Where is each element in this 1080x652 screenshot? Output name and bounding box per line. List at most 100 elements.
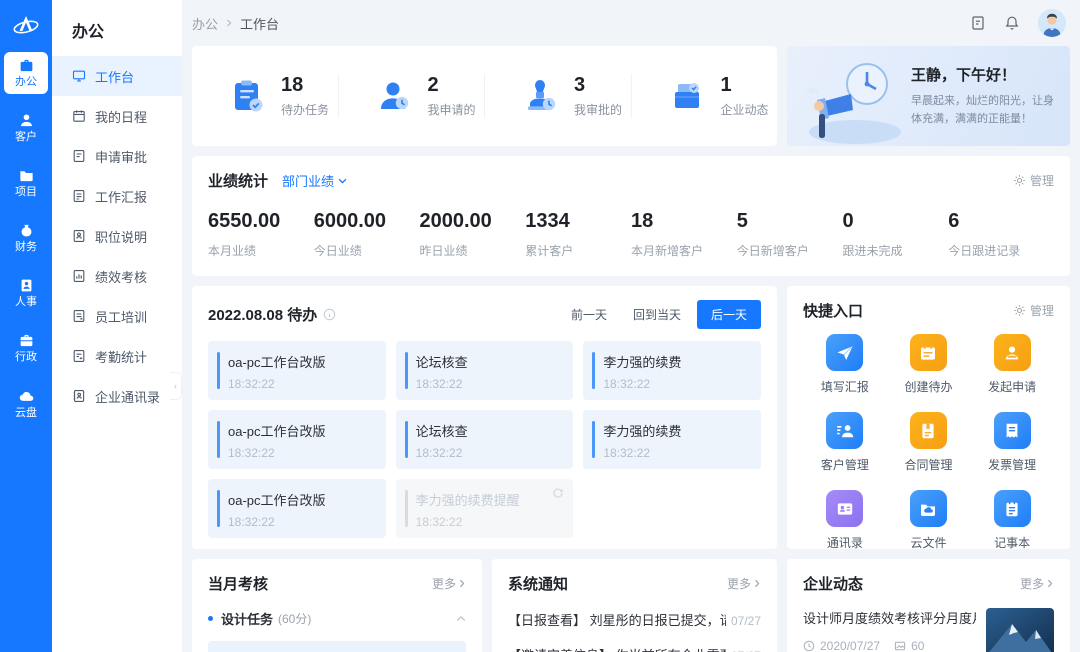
assessment-group-row[interactable]: 设计任务 (60分) <box>208 609 466 628</box>
notice-more-link[interactable]: 更多 <box>727 575 761 592</box>
rail-item-label: 项目 <box>15 186 37 198</box>
sidebar-item-training[interactable]: 员工培训 <box>52 296 182 336</box>
quick-item-create-todo[interactable]: 创建待办 <box>904 334 952 395</box>
quick-item-label: 客户管理 <box>821 456 869 473</box>
contract-icon <box>910 412 947 449</box>
bell-icon[interactable] <box>1004 15 1020 31</box>
task-card[interactable]: oa-pc工作台改版 18:32:22 <box>208 410 386 469</box>
task-title: oa-pc工作台改版 <box>228 490 374 509</box>
clock-icon <box>803 640 815 652</box>
performance-filter-label: 部门业绩 <box>282 171 334 190</box>
quick-item-label: 发起申请 <box>988 378 1036 395</box>
rail-item-hr[interactable]: 人事 <box>4 272 48 314</box>
sidebar-item-job-description[interactable]: 职位说明 <box>52 216 182 256</box>
assessment-more-link[interactable]: 更多 <box>432 575 466 592</box>
chevron-right-icon <box>1046 579 1054 588</box>
task-time: 18:32:22 <box>603 446 749 460</box>
news-title: 企业动态 <box>803 573 863 594</box>
sidebar-item-approvals[interactable]: 申请审批 <box>52 136 182 176</box>
row-bottom: 当月考核 更多 设计任务 (60分) 论坛改版设计 (15分) <box>192 559 1070 652</box>
topbar-actions <box>970 9 1066 37</box>
sidebar-item-attendance[interactable]: 考勤统计 <box>52 336 182 376</box>
overview-item-todo-tasks[interactable]: 18 待办任务 <box>192 74 338 118</box>
quick-item-customer-mgmt[interactable]: 客户管理 <box>821 412 869 473</box>
assessment-task-row[interactable]: 论坛改版设计 (15分) <box>208 641 466 652</box>
metric-label: 跟进未完成 <box>843 242 949 259</box>
rail-item-clouddrive[interactable]: 云盘 <box>4 383 48 425</box>
quick-item-start-request[interactable]: 发起申请 <box>988 334 1036 395</box>
assessment-title: 当月考核 <box>208 573 268 594</box>
quick-item-contract-mgmt[interactable]: 合同管理 <box>904 412 952 473</box>
task-card[interactable]: 论坛核查 18:32:22 <box>396 341 574 400</box>
overview-value: 2 <box>428 74 476 96</box>
overview-item-my-approvals[interactable]: 3 我审批的 <box>484 74 631 118</box>
metric-month-sales: 6550.00 本月业绩 <box>208 210 314 259</box>
task-card-done[interactable]: 李力强的续费提醒 18:32:22 <box>396 479 574 538</box>
quick-item-notepad[interactable]: 记事本 <box>994 490 1031 551</box>
task-card[interactable]: oa-pc工作台改版 18:32:22 <box>208 341 386 400</box>
greeting-text: 王静，下午好！ 早晨起来，灿烂的阳光，让身体充满，满满的正能量！ <box>911 64 1063 128</box>
rail-item-office[interactable]: 办公 <box>4 52 48 94</box>
task-card[interactable]: 李力强的续费 18:32:22 <box>583 410 761 469</box>
briefcase-icon <box>18 57 35 74</box>
news-item[interactable]: 设计师月度绩效考核评分月度月度绩... 2020/07/27 60 <box>803 608 1054 652</box>
chevron-up-icon[interactable] <box>456 615 466 622</box>
task-title: 李力强的续费 <box>603 421 749 440</box>
rail-item-finance[interactable]: 财务 <box>4 217 48 259</box>
chevron-right-icon <box>753 579 761 588</box>
next-day-button[interactable]: 后一天 <box>697 300 761 329</box>
quick-item-fill-report[interactable]: 填写汇报 <box>821 334 869 395</box>
rail-item-customers[interactable]: 客户 <box>4 107 48 149</box>
sidebar-collapse-handle[interactable]: ‹ <box>170 372 182 400</box>
sidebar-item-schedule[interactable]: 我的日程 <box>52 96 182 136</box>
changelog-icon[interactable] <box>970 15 986 31</box>
overview-item-company-news[interactable]: 1 企业动态 <box>631 74 778 118</box>
wallet-icon <box>18 222 35 239</box>
sidebar-item-label: 企业通讯录 <box>95 387 160 406</box>
user-avatar[interactable] <box>1038 9 1066 37</box>
task-card[interactable]: oa-pc工作台改版 18:32:22 <box>208 479 386 538</box>
news-date-text: 2020/07/27 <box>820 639 880 652</box>
sidebar-item-reports[interactable]: 工作汇报 <box>52 176 182 216</box>
news-more-link[interactable]: 更多 <box>1020 575 1054 592</box>
todo-title: 2022.08.08 待办 <box>208 304 317 325</box>
quick-item-label: 记事本 <box>994 534 1030 551</box>
quick-item-cloud-files[interactable]: 云文件 <box>910 490 947 551</box>
rail-item-admin[interactable]: 行政 <box>4 327 48 369</box>
system-notice-card: 系统通知 更多 【日报查看】 刘星彤的日报已提交，请及时查看！ 07/27 【邀… <box>492 559 777 652</box>
metric-value: 1334 <box>525 210 631 233</box>
sidebar-item-label: 工作汇报 <box>95 187 147 206</box>
todo-card: 2022.08.08 待办 前一天 回到当天 后一天 oa-pc工作台改版 18… <box>192 286 777 549</box>
performance-manage-button[interactable]: 管理 <box>1013 172 1054 189</box>
quick-manage-button[interactable]: 管理 <box>1013 302 1054 319</box>
prev-day-button[interactable]: 前一天 <box>561 300 617 329</box>
overview-item-my-requests[interactable]: 2 我申请的 <box>338 74 485 118</box>
rail-item-projects[interactable]: 项目 <box>4 162 48 204</box>
overview-label: 我审批的 <box>574 101 622 118</box>
sidebar-item-performance[interactable]: 绩效考核 <box>52 256 182 296</box>
task-card[interactable]: 论坛核查 18:32:22 <box>396 410 574 469</box>
info-icon[interactable] <box>323 308 336 321</box>
app-logo[interactable] <box>0 0 52 52</box>
image-icon <box>894 640 906 652</box>
greeting-illustration <box>793 50 913 146</box>
news-header: 企业动态 更多 <box>803 573 1054 594</box>
performance-filter-dropdown[interactable]: 部门业绩 <box>282 171 347 190</box>
quick-item-invoice-mgmt[interactable]: 发票管理 <box>988 412 1036 473</box>
sidebar-item-label: 我的日程 <box>95 107 147 126</box>
notice-item[interactable]: 【日报查看】 刘星彤的日报已提交，请及时查看！ 07/27 <box>508 610 761 629</box>
overview-label: 企业动态 <box>721 101 769 118</box>
paper-plane-icon <box>826 334 863 371</box>
back-to-today-button[interactable]: 回到当天 <box>623 300 691 329</box>
calendar-plus-icon <box>910 334 947 371</box>
task-grid: oa-pc工作台改版 18:32:22 论坛核查 18:32:22 李力强的续费… <box>208 341 761 538</box>
metric-label: 今日跟进记录 <box>948 242 1054 259</box>
sidebar-item-label: 绩效考核 <box>95 267 147 286</box>
sidebar-item-workbench[interactable]: 工作台 <box>52 56 182 96</box>
sidebar-item-directory[interactable]: 企业通讯录 <box>52 376 182 416</box>
customer-icon <box>826 412 863 449</box>
notice-item[interactable]: 【邀请完善信息】 你当前所有企业需要的个人档案信息 07/27 <box>508 645 761 652</box>
quick-item-contacts[interactable]: 通讯录 <box>826 490 863 551</box>
task-card[interactable]: 李力强的续费 18:32:22 <box>583 341 761 400</box>
breadcrumb-office[interactable]: 办公 <box>192 14 218 33</box>
